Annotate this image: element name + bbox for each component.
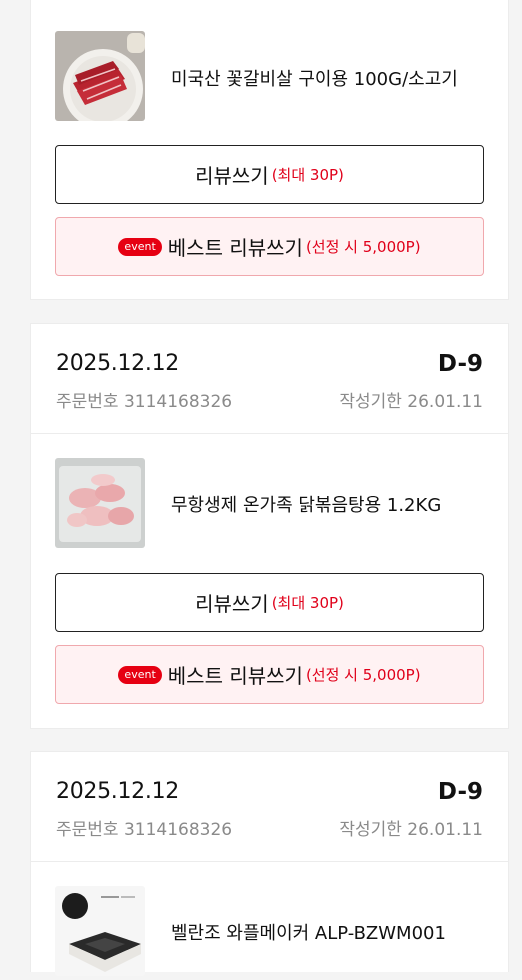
review-points: (최대 30P): [271, 166, 344, 184]
review-button-label: 리뷰쓰기: [195, 164, 269, 188]
order-header: 2025.12.12 D-9 주문번호 3114168326 작성기한 26.0…: [31, 324, 508, 434]
review-points: (최대 30P): [271, 594, 344, 612]
raw-chicken-photo[interactable]: [55, 458, 145, 548]
order-number: 주문번호 3114168326: [56, 392, 233, 412]
dday-badge: D-9: [437, 351, 483, 377]
order-card: 2025.12.12 D-9 주문번호 3114168326 작성기한 26.0…: [30, 751, 509, 976]
product-row[interactable]: 미국산 꽃갈비살 구이용 100G/소고기: [31, 0, 508, 135]
review-deadline: 작성기한 26.01.11: [339, 392, 483, 412]
event-badge: event: [118, 665, 162, 684]
best-review-button[interactable]: event 베스트 리뷰쓰기 (선정 시 5,000P): [55, 217, 484, 276]
write-review-button[interactable]: 리뷰쓰기 (최대 30P): [55, 573, 484, 632]
review-deadline: 작성기한 26.01.11: [339, 820, 483, 840]
beef-meat-photo[interactable]: [55, 31, 145, 121]
event-badge: event: [118, 237, 162, 256]
order-card: 미국산 꽃갈비살 구이용 100G/소고기 리뷰쓰기 (최대 30P) even…: [30, 0, 509, 300]
order-date: 2025.12.12: [56, 779, 179, 804]
best-review-points: (선정 시 5,000P): [305, 666, 421, 684]
best-review-label: 베스트 리뷰쓰기: [167, 664, 303, 688]
order-number: 주문번호 3114168326: [56, 820, 233, 840]
product-row[interactable]: 무항생제 온가족 닭볶음탕용 1.2KG: [31, 434, 508, 552]
order-header: 2025.12.12 D-9 주문번호 3114168326 작성기한 26.0…: [31, 752, 508, 862]
best-review-button[interactable]: event 베스트 리뷰쓰기 (선정 시 5,000P): [55, 645, 484, 704]
product-row[interactable]: 벨란조 와플메이커 ALP-BZWM001: [31, 862, 508, 980]
order-card: 2025.12.12 D-9 주문번호 3114168326 작성기한 26.0…: [30, 323, 509, 729]
review-button-label: 리뷰쓰기: [195, 592, 269, 616]
waffle-maker-photo[interactable]: [55, 886, 145, 976]
product-name[interactable]: 무항생제 온가족 닭볶음탕용 1.2KG: [171, 491, 441, 517]
order-date: 2025.12.12: [56, 351, 179, 376]
product-name[interactable]: 미국산 꽃갈비살 구이용 100G/소고기: [171, 65, 458, 91]
write-review-button[interactable]: 리뷰쓰기 (최대 30P): [55, 145, 484, 204]
best-review-label: 베스트 리뷰쓰기: [167, 236, 303, 260]
dday-badge: D-9: [437, 779, 483, 805]
product-name[interactable]: 벨란조 와플메이커 ALP-BZWM001: [171, 919, 446, 945]
best-review-points: (선정 시 5,000P): [305, 238, 421, 256]
